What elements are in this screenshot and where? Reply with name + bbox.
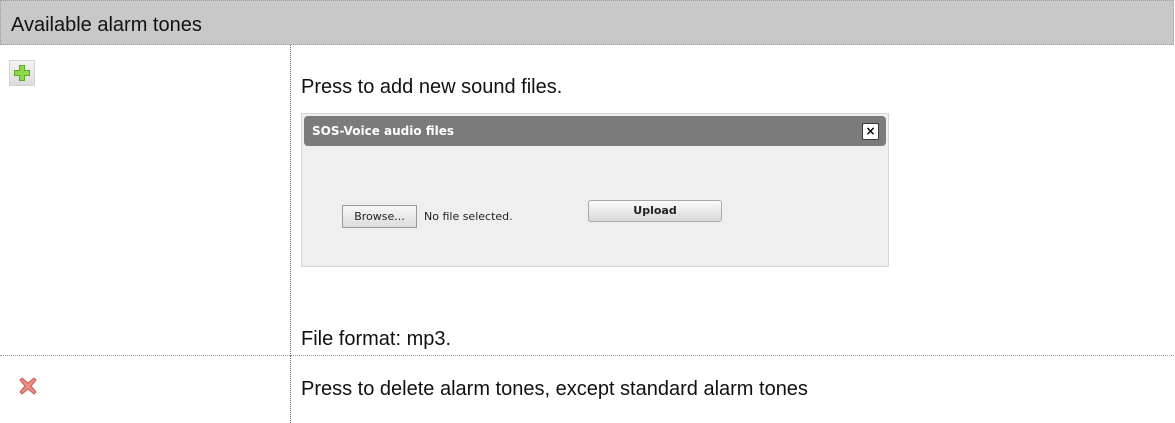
- add-description: Press to add new sound files.: [301, 76, 563, 98]
- table-row-add: Press to add new sound files. SOS-Voice …: [0, 45, 1174, 356]
- browse-button[interactable]: Browse...: [342, 205, 417, 228]
- dialog-title: SOS-Voice audio files: [312, 124, 455, 138]
- close-icon[interactable]: ×: [862, 123, 879, 140]
- column-divider: [290, 45, 291, 356]
- delete-icon[interactable]: [19, 377, 37, 395]
- dialog-titlebar: SOS-Voice audio files ×: [304, 116, 886, 146]
- add-sound-button[interactable]: [9, 60, 35, 86]
- delete-description: Press to delete alarm tones, except stan…: [301, 378, 808, 400]
- column-divider: [290, 356, 291, 423]
- file-format-note: File format: mp3.: [301, 328, 452, 350]
- table-row-delete: Press to delete alarm tones, except stan…: [0, 356, 1174, 423]
- section-title: Available alarm tones: [11, 14, 202, 36]
- plus-icon: [14, 65, 30, 81]
- file-status-text: No file selected.: [424, 210, 513, 223]
- section-header: Available alarm tones: [0, 0, 1174, 45]
- upload-dialog: SOS-Voice audio files × Browse... No fil…: [301, 113, 889, 267]
- upload-button[interactable]: Upload: [588, 200, 722, 222]
